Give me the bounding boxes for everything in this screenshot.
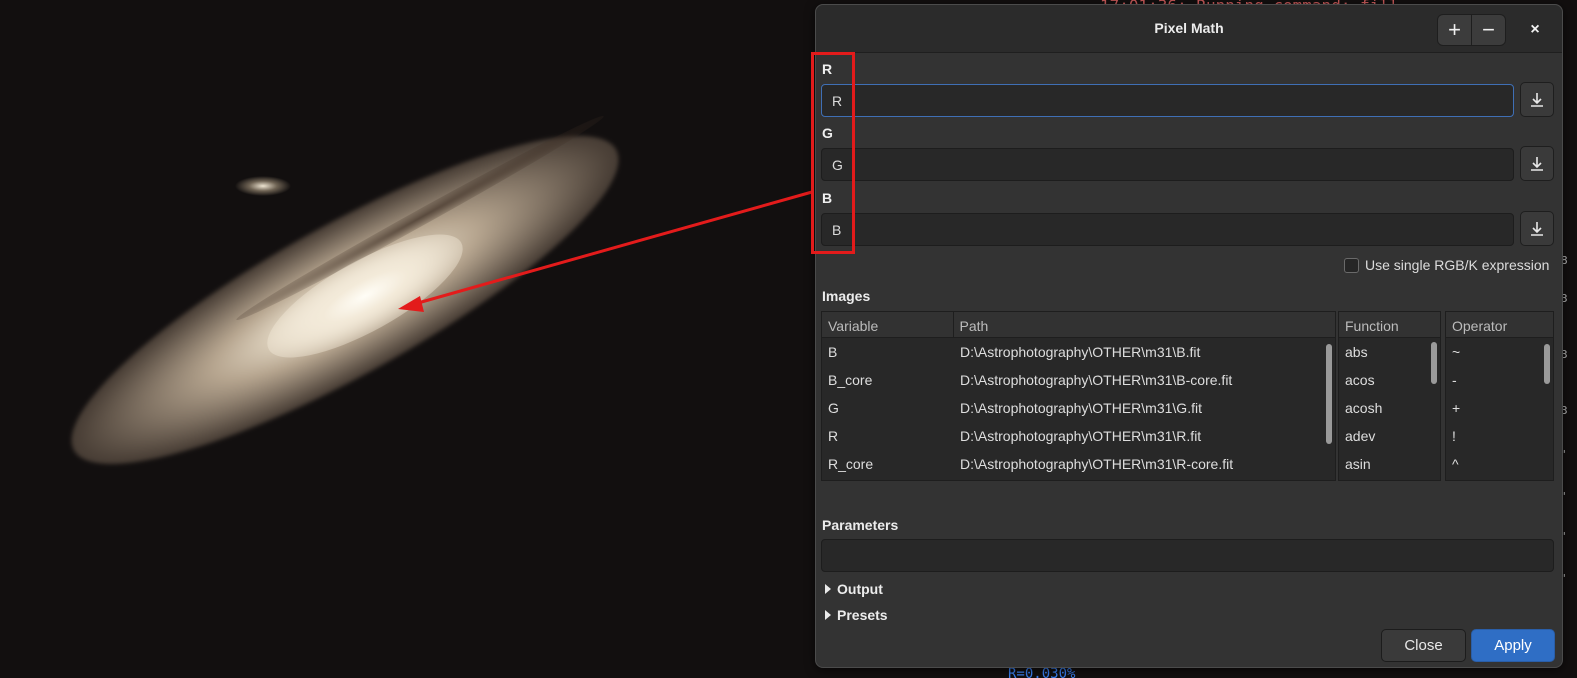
apply-button[interactable]: Apply <box>1471 629 1555 662</box>
output-expander[interactable]: Output <box>825 581 883 597</box>
function-name: adev <box>1345 428 1376 444</box>
single-rgb-option[interactable]: Use single RGB/K expression <box>1344 257 1549 273</box>
operators-table: Operator ~ - + ! ^ <box>1445 311 1554 481</box>
presets-label: Presets <box>837 607 888 623</box>
operator-symbol: ! <box>1452 428 1456 444</box>
images-table-header: Variable Path <box>822 312 1335 338</box>
close-icon: × <box>1530 21 1540 38</box>
operators-table-header: Operator <box>1446 312 1553 338</box>
r-expression-input[interactable] <box>821 84 1514 117</box>
remove-button[interactable]: − <box>1471 15 1505 45</box>
function-name: abs <box>1345 344 1368 360</box>
g-load-button[interactable] <box>1520 146 1554 181</box>
close-button[interactable]: Close <box>1381 629 1466 662</box>
table-row[interactable]: G D:\Astrophotography\OTHER\m31\G.fit <box>822 394 1335 422</box>
path-cell: D:\Astrophotography\OTHER\m31\R.fit <box>960 428 1202 444</box>
functions-table: Function abs acos acosh adev asin <box>1338 311 1441 481</box>
images-table-body: B D:\Astrophotography\OTHER\m31\B.fit B_… <box>822 338 1335 478</box>
function-name: asin <box>1345 456 1371 472</box>
single-rgb-label: Use single RGB/K expression <box>1365 257 1550 273</box>
path-cell: D:\Astrophotography\OTHER\m31\B.fit <box>960 344 1201 360</box>
single-rgb-checkbox[interactable] <box>1344 257 1359 273</box>
pixel-math-dialog: Pixel Math + − × R G B Use single RGB/K … <box>811 4 1563 668</box>
path-cell: D:\Astrophotography\OTHER\m31\R-core.fit <box>960 456 1234 472</box>
close-window-button[interactable]: × <box>1522 17 1548 43</box>
column-header-operator[interactable]: Operator <box>1446 312 1553 337</box>
expand-triangle-icon <box>825 610 831 620</box>
r-load-button[interactable] <box>1520 82 1554 117</box>
column-header-variable[interactable]: Variable <box>822 312 954 337</box>
column-header-path[interactable]: Path <box>954 312 1335 337</box>
variable-cell: R <box>828 428 839 444</box>
images-scrollbar[interactable] <box>1326 344 1332 444</box>
column-header-function[interactable]: Function <box>1339 312 1440 337</box>
functions-scrollbar[interactable] <box>1431 342 1437 384</box>
variable-cell: B <box>828 344 838 360</box>
variable-cell: R_core <box>828 456 874 472</box>
table-row[interactable]: R_core D:\Astrophotography\OTHER\m31\R-c… <box>822 450 1335 478</box>
table-row[interactable]: B_core D:\Astrophotography\OTHER\m31\B-c… <box>822 366 1335 394</box>
g-expression-input[interactable] <box>821 148 1514 181</box>
list-item[interactable]: acos <box>1339 366 1440 394</box>
parameters-input[interactable] <box>821 539 1554 572</box>
download-icon <box>1531 156 1543 171</box>
operator-symbol: ~ <box>1452 344 1461 360</box>
title-bar: Pixel Math + − × <box>816 5 1562 53</box>
path-cell: D:\Astrophotography\OTHER\m31\B-core.fit <box>960 372 1233 388</box>
list-item[interactable]: acosh <box>1339 394 1440 422</box>
presets-expander[interactable]: Presets <box>825 607 888 623</box>
download-icon <box>1531 92 1543 107</box>
add-button[interactable]: + <box>1438 15 1471 45</box>
table-row[interactable]: B D:\Astrophotography\OTHER\m31\B.fit <box>822 338 1335 366</box>
list-item[interactable]: - <box>1446 366 1553 394</box>
operator-symbol: - <box>1452 372 1457 388</box>
header-button-group: + − <box>1437 14 1506 46</box>
minus-icon: − <box>1482 17 1495 42</box>
list-item[interactable]: ! <box>1446 422 1553 450</box>
functions-table-header: Function <box>1339 312 1440 338</box>
list-item[interactable]: ^ <box>1446 450 1553 478</box>
operator-symbol: + <box>1452 400 1461 416</box>
table-row[interactable]: R D:\Astrophotography\OTHER\m31\R.fit <box>822 422 1335 450</box>
list-item[interactable]: ~ <box>1446 338 1553 366</box>
operators-scrollbar[interactable] <box>1544 344 1550 384</box>
list-item[interactable]: + <box>1446 394 1553 422</box>
variable-cell: B_core <box>828 372 873 388</box>
images-table: Variable Path B D:\Astrophotography\OTHE… <box>821 311 1336 481</box>
b-expression-input[interactable] <box>821 213 1514 246</box>
variable-cell: G <box>828 400 839 416</box>
list-item[interactable]: asin <box>1339 450 1440 478</box>
list-item[interactable]: abs <box>1339 338 1440 366</box>
parameters-section-title: Parameters <box>822 517 899 533</box>
path-cell: D:\Astrophotography\OTHER\m31\G.fit <box>960 400 1202 416</box>
annotation-highlight-box <box>811 52 855 254</box>
b-load-button[interactable] <box>1520 211 1554 246</box>
list-item[interactable]: adev <box>1339 422 1440 450</box>
download-icon <box>1531 221 1543 236</box>
plus-icon: + <box>1448 17 1461 42</box>
output-label: Output <box>837 581 883 597</box>
operator-symbol: ^ <box>1452 456 1459 472</box>
expand-triangle-icon <box>825 584 831 594</box>
function-name: acosh <box>1345 400 1383 416</box>
images-section-title: Images <box>822 288 871 304</box>
function-name: acos <box>1345 372 1375 388</box>
